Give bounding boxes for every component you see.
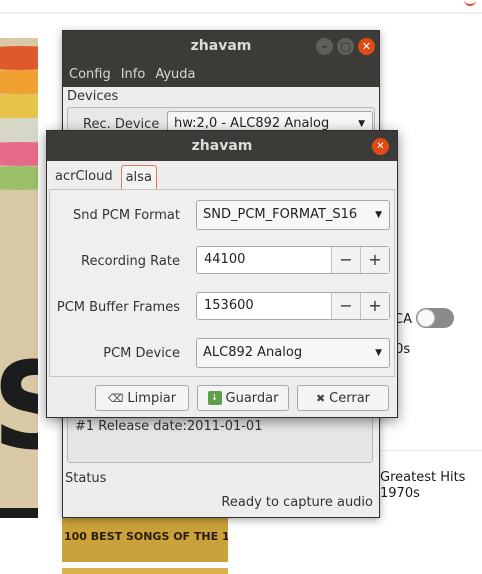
snd-pcm-format-label: Snd PCM Format — [73, 208, 180, 223]
art-stripe — [0, 46, 38, 70]
pcm-buffer-frames-label: PCM Buffer Frames — [56, 300, 180, 315]
background-album-cover-2 — [62, 568, 228, 574]
clear-icon: ⌫ — [107, 391, 124, 405]
dialog-tabs: acrCloud alsa — [51, 165, 157, 189]
save-icon: ↓ — [207, 391, 222, 405]
clear-button-label: Limpiar — [127, 390, 177, 406]
art-stripe — [0, 118, 38, 142]
main-window-title: zhavam — [190, 38, 252, 54]
close-icon[interactable]: ✕ — [372, 138, 389, 155]
chevron-down-icon: ▼ — [375, 348, 382, 358]
close-icon[interactable]: ✕ — [358, 38, 375, 55]
close-icon: ✖ — [315, 391, 326, 405]
background-divider — [380, 450, 482, 451]
devices-label: Devices — [67, 89, 119, 104]
recording-rate-stepper[interactable]: 44100 − + — [196, 246, 390, 274]
background-accent — [464, 0, 476, 6]
menubar: Config Info Ayuda — [63, 61, 379, 87]
menu-ayuda[interactable]: Ayuda — [155, 67, 195, 82]
background-album2-subtitle: 1970s — [380, 486, 420, 501]
art-stripe — [0, 94, 38, 118]
art-stripe — [0, 166, 38, 190]
background-divider — [0, 12, 482, 14]
recording-rate-value[interactable]: 44100 — [197, 247, 331, 273]
save-button[interactable]: ↓ Guardar — [197, 385, 289, 411]
pcm-device-select[interactable]: ALC892 Analog ▼ — [196, 338, 390, 368]
snd-pcm-format-select[interactable]: SND_PCM_FORMAT_S16 ▼ — [196, 200, 390, 230]
album-cover-text: 100 BEST SONGS OF THE 1970S — [64, 530, 228, 543]
save-button-label: Guardar — [225, 390, 279, 406]
background-toggle[interactable] — [416, 308, 454, 328]
pcm-buffer-frames-value[interactable]: 153600 — [197, 293, 331, 319]
menu-info[interactable]: Info — [121, 67, 146, 82]
increment-button[interactable]: + — [360, 247, 389, 273]
pcm-device-value: ALC892 Analog — [203, 345, 303, 360]
art-stripe — [0, 142, 38, 166]
decrement-button[interactable]: − — [331, 293, 360, 319]
art-stripe — [0, 70, 38, 94]
increment-button[interactable]: + — [360, 293, 389, 319]
tab-alsa[interactable]: alsa — [120, 165, 157, 189]
maximize-icon[interactable]: □ — [337, 38, 354, 55]
background-album-art: S — [0, 38, 38, 518]
decrement-button[interactable]: − — [331, 247, 360, 273]
art-bottom — [0, 508, 38, 518]
pcm-device-label: PCM Device — [103, 346, 180, 361]
dialog-title: zhavam — [191, 138, 253, 154]
status-label: Status — [65, 471, 107, 486]
background-album2-title: Greatest Hits — [380, 470, 466, 485]
toggle-knob — [417, 309, 435, 327]
status-text: Ready to capture audio — [221, 495, 373, 510]
release-date-text: #1 Release date:2011-01-01 — [75, 419, 263, 434]
window-controls: – □ ✕ — [316, 38, 375, 55]
recording-rate-label: Recording Rate — [81, 254, 180, 269]
main-window-titlebar: zhavam – □ ✕ — [63, 31, 379, 61]
tab-acrcloud[interactable]: acrCloud — [51, 165, 117, 189]
background-album-cover: 100 BEST SONGS OF THE 1970S — [62, 516, 228, 562]
close-button-label: Cerrar — [329, 390, 371, 406]
art-number: S — [0, 338, 38, 477]
close-button[interactable]: ✖ Cerrar — [297, 385, 389, 411]
chevron-down-icon: ▼ — [375, 210, 382, 220]
rec-device-value: hw:2,0 - ALC892 Analog — [174, 116, 330, 131]
alsa-panel: Snd PCM Format SND_PCM_FORMAT_S16 ▼ Reco… — [49, 189, 395, 377]
dialog-titlebar: zhavam ✕ — [47, 131, 397, 161]
settings-dialog: zhavam ✕ acrCloud alsa Snd PCM Format SN… — [46, 130, 398, 418]
snd-pcm-format-value: SND_PCM_FORMAT_S16 — [203, 207, 358, 222]
minimize-icon[interactable]: – — [316, 38, 333, 55]
clear-button[interactable]: ⌫ Limpiar — [95, 385, 189, 411]
pcm-buffer-frames-stepper[interactable]: 153600 − + — [196, 292, 390, 320]
menu-config[interactable]: Config — [69, 67, 111, 82]
